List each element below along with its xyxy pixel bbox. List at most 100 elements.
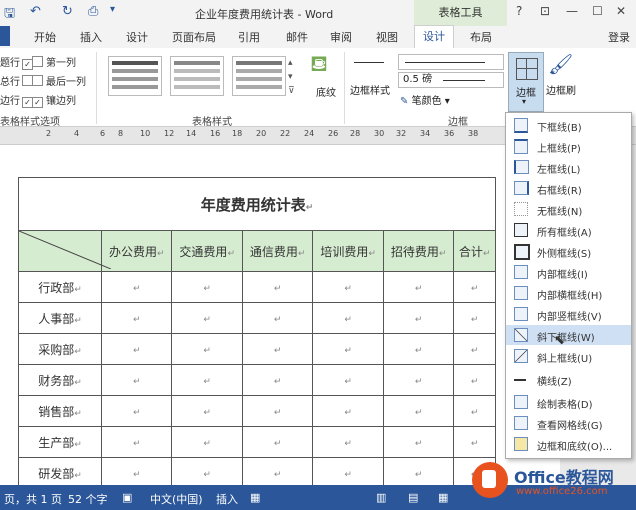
- borders-grid-icon: [516, 58, 538, 80]
- styles-more-icon[interactable]: ⊽: [288, 86, 295, 96]
- table-style-3[interactable]: [232, 56, 286, 96]
- tab-table-design[interactable]: 设计: [414, 25, 454, 48]
- first-column-checkbox[interactable]: 第一列: [30, 54, 76, 69]
- tab-layout-page[interactable]: 页面布局: [172, 29, 216, 45]
- customize-qat-icon[interactable]: ▾: [110, 4, 115, 15]
- diagonal-header-cell[interactable]: [18, 230, 111, 272]
- read-mode-icon[interactable]: ▥: [376, 491, 386, 504]
- row-label[interactable]: 销售部↵: [18, 395, 102, 427]
- menu-item-inside-vertical[interactable]: 内部竖框线(V): [506, 304, 631, 324]
- tab-table-layout[interactable]: 布局: [470, 29, 492, 45]
- menu-item-all-borders[interactable]: 所有框线(A): [506, 220, 631, 240]
- menu-item-view-gridlines[interactable]: 查看网格线(G): [506, 413, 631, 433]
- menu-item-diagonal-up[interactable]: 斜上框线(U): [506, 346, 631, 366]
- help-button[interactable]: ?: [516, 4, 522, 18]
- table-row: 生产部↵ ↵ ↵ ↵ ↵ ↵ ↵: [18, 426, 496, 458]
- menu-item-diagonal-down[interactable]: 斜下框线(W) ⬉: [506, 325, 631, 348]
- menu-item-right-border[interactable]: 右框线(R): [506, 178, 631, 198]
- row-label[interactable]: 人事部↵: [18, 302, 102, 334]
- tab-view[interactable]: 视图: [376, 29, 398, 45]
- web-layout-icon[interactable]: ▦: [438, 491, 448, 504]
- no-border-icon: [514, 202, 528, 216]
- border-painter-button[interactable]: 边框刷: [546, 82, 576, 97]
- header-cell[interactable]: 交通费用↵: [171, 230, 243, 272]
- row-label[interactable]: 行政部↵: [18, 271, 102, 303]
- draw-table-icon: [514, 395, 528, 409]
- table-row: 采购部↵ ↵ ↵ ↵ ↵ ↵ ↵: [18, 333, 496, 365]
- menu-item-top-border[interactable]: 上框线(P): [506, 136, 631, 156]
- tab-design[interactable]: 设计: [126, 29, 148, 45]
- print-layout-icon[interactable]: ▤: [408, 491, 418, 504]
- document-page[interactable]: 年度费用统计表↵ 办公费用↵ 交通费用↵ 通信费用↵ 培训费用↵ 招待费用↵ 合…: [0, 145, 560, 489]
- chevron-down-icon: ▾: [522, 97, 527, 106]
- header-cell[interactable]: 办公费用↵: [100, 230, 173, 272]
- word-count[interactable]: 52 个字: [68, 491, 108, 507]
- redo-icon[interactable]: ↻: [62, 4, 73, 19]
- print-preview-icon[interactable]: ⎙: [88, 4, 98, 19]
- table-row: 研发部↵↵↵↵↵↵↵: [18, 457, 496, 489]
- macro-record-icon[interactable]: ▦: [250, 491, 260, 504]
- row-label[interactable]: 研发部↵: [18, 457, 102, 489]
- menu-item-borders-shading[interactable]: 边框和底纹(O)...: [506, 434, 631, 454]
- table-tools-group: 表格工具: [414, 0, 507, 26]
- tab-insert[interactable]: 插入: [80, 29, 102, 45]
- tab-review[interactable]: 审阅: [330, 29, 352, 45]
- banded-columns-checkbox[interactable]: ✓ 镶边列: [30, 92, 76, 108]
- header-cell[interactable]: 合计↵: [453, 230, 496, 272]
- menu-item-horizontal-line[interactable]: 横线(Z): [506, 369, 631, 389]
- row-label[interactable]: 采购部↵: [18, 333, 102, 365]
- table-styles-group-label: 表格样式: [192, 117, 232, 128]
- menu-item-inside-borders[interactable]: 内部框线(I): [506, 262, 631, 282]
- site-logo: Office教程网 www.office26.com: [470, 458, 636, 504]
- line-style-select[interactable]: [398, 54, 504, 70]
- proofing-icon[interactable]: ▣: [122, 491, 132, 504]
- table-title[interactable]: 年度费用统计表↵: [18, 177, 496, 231]
- expense-table[interactable]: 年度费用统计表↵ 办公费用↵ 交通费用↵ 通信费用↵ 培训费用↵ 招待费用↵ 合…: [18, 177, 496, 489]
- bottom-border-icon: [514, 118, 528, 133]
- save-icon[interactable]: 🖫: [4, 4, 15, 26]
- menu-item-draw-table[interactable]: 绘制表格(D): [506, 392, 631, 412]
- header-cell[interactable]: 通信费用↵: [241, 230, 314, 272]
- minimize-button[interactable]: —: [566, 4, 578, 18]
- table-style-2[interactable]: [170, 56, 224, 96]
- tab-mailings[interactable]: 邮件: [286, 29, 308, 45]
- header-cell[interactable]: 招待费用↵: [382, 230, 455, 272]
- styles-scroll-down-icon[interactable]: ▾: [288, 72, 293, 82]
- left-border-icon: [514, 160, 529, 174]
- language-indicator[interactable]: 中文(中国): [150, 491, 203, 507]
- undo-icon[interactable]: ↶: [30, 4, 41, 19]
- last-column-checkbox[interactable]: 最后一列: [30, 73, 86, 88]
- tab-home[interactable]: 开始: [34, 29, 56, 45]
- inside-borders-icon: [514, 265, 528, 279]
- close-button[interactable]: ✕: [616, 4, 626, 18]
- border-styles-button[interactable]: 边框样式: [350, 82, 390, 97]
- header-cell[interactable]: 培训费用↵: [312, 230, 384, 272]
- menu-item-inside-horizontal[interactable]: 内部横框线(H): [506, 283, 631, 303]
- inside-vertical-icon: [514, 307, 528, 321]
- borders-button[interactable]: 边框 ▾: [508, 52, 544, 112]
- border-painter-icon[interactable]: 🖌: [548, 52, 573, 76]
- file-tab[interactable]: [0, 26, 10, 46]
- maximize-button[interactable]: ☐: [592, 4, 603, 18]
- row-label[interactable]: 财务部↵: [18, 364, 102, 396]
- menu-item-bottom-border[interactable]: 下框线(B): [506, 115, 631, 135]
- table-style-1[interactable]: [108, 56, 162, 96]
- page-count[interactable]: 页，共 1 页: [4, 491, 62, 507]
- tab-references[interactable]: 引用: [238, 29, 260, 45]
- menu-item-left-border[interactable]: 左框线(L): [506, 157, 631, 177]
- menu-item-no-border[interactable]: 无框线(N): [506, 199, 631, 219]
- ribbon-display-button[interactable]: ⊡: [540, 4, 550, 18]
- menu-item-outside-borders[interactable]: 外侧框线(S): [506, 241, 631, 261]
- diagonal-down-icon: [514, 328, 528, 342]
- pen-color-button[interactable]: ✎ 笔颜色 ▾: [400, 92, 450, 107]
- divider: [344, 52, 345, 124]
- borders-group-label: 边框: [448, 117, 468, 128]
- shading-button[interactable]: 底纹: [316, 84, 336, 99]
- line-weight-select[interactable]: 0.5 磅: [398, 72, 504, 88]
- styles-scroll-up-icon[interactable]: ▴: [288, 58, 293, 68]
- insert-mode[interactable]: 插入: [216, 491, 238, 507]
- row-label[interactable]: 生产部↵: [18, 426, 102, 458]
- border-style-line-icon: [354, 62, 384, 63]
- shading-bucket-icon[interactable]: ⛾: [310, 52, 328, 80]
- login-link[interactable]: 登录: [608, 29, 630, 45]
